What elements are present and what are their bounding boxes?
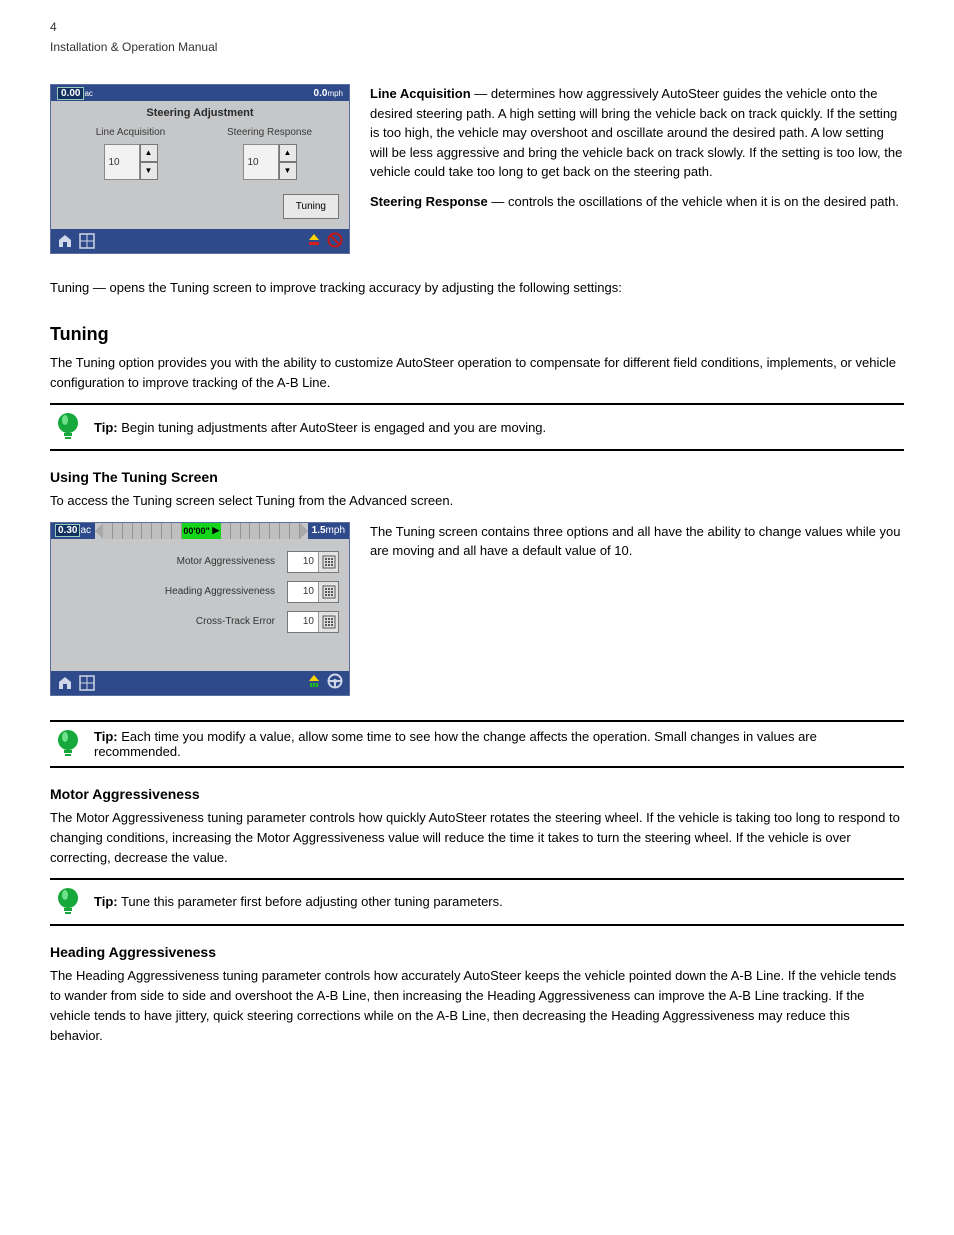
motor-aggressiveness-row: Motor Aggressiveness 10 [61,551,339,573]
tip-box: Tip: Each time you modify a value, allow… [50,720,904,768]
tuning-heading: Tuning [50,324,904,345]
steering-disabled-icon[interactable] [327,232,343,251]
lightbar-center-readout: 00'00" ▶ [182,523,221,539]
using-tuning-heading: Using The Tuning Screen [50,469,904,485]
line-acq-label: Line Acquisition [68,127,193,138]
keypad-icon[interactable] [318,552,338,572]
steer-resp-label: Steering Response [207,127,332,138]
tuning-intro: The Tuning option provides you with the … [50,353,904,393]
steer-resp-desc: Steering Response — controls the oscilla… [370,192,904,212]
tip-box: Tip: Tune this parameter first before ad… [50,878,904,926]
tuning-button[interactable]: Tuning [283,194,339,219]
speed-readout: 0.0mph [314,88,343,99]
lightbar-right-arrow-icon [300,523,308,539]
eject-icon[interactable] [307,233,321,250]
steering-enabled-icon[interactable] [327,673,343,692]
breadcrumb: Installation & Operation Manual [50,40,904,54]
tuning-link-para: Tuning — opens the Tuning screen to impr… [50,278,904,298]
steer-resp-stepper[interactable]: 10 ▲ ▼ [207,144,332,180]
using-tuning-intro: To access the Tuning screen select Tunin… [50,491,904,511]
line-acq-desc: Line Acquisition — determines how aggres… [370,84,904,182]
steer-resp-down-button[interactable]: ▼ [279,162,297,180]
motor-aggressiveness-desc: The Motor Aggressiveness tuning paramete… [50,808,904,868]
keypad-icon[interactable] [318,582,338,602]
line-acq-up-button[interactable]: ▲ [140,144,158,162]
heading-aggressiveness-field[interactable]: 10 [287,581,339,603]
acres-readout: 0.30ac [51,523,95,539]
lightbar-left-arrow-icon [95,523,103,539]
heading-aggressiveness-row: Heading Aggressiveness 10 [61,581,339,603]
home-icon[interactable] [57,675,73,691]
lightbulb-icon [54,411,82,443]
home-icon[interactable] [57,233,73,249]
steering-adjustment-panel: 0.00ac 0.0mph Steering Adjustment Line A… [50,84,350,254]
motor-aggressiveness-heading: Motor Aggressiveness [50,786,904,802]
motor-aggressiveness-field[interactable]: 10 [287,551,339,573]
line-acq-value: 10 [104,144,140,180]
acres-readout: 0.00ac [57,88,93,99]
speed-readout: 1.5mph [308,523,349,539]
lightbulb-icon [54,886,82,918]
panel-title: Steering Adjustment [51,101,349,123]
lightbulb-icon [54,728,82,760]
heading-aggressiveness-heading: Heading Aggressiveness [50,944,904,960]
tuning-panel: 0.30ac 00'00" ▶ 1.5mph Motor Aggressiven… [50,522,350,696]
keypad-icon[interactable] [318,612,338,632]
cross-track-error-field[interactable]: 10 [287,611,339,633]
steer-resp-up-button[interactable]: ▲ [279,144,297,162]
tip-box: Tip: Begin tuning adjustments after Auto… [50,403,904,451]
tuning-screen-desc: The Tuning screen contains three options… [370,522,904,561]
line-acq-stepper[interactable]: 10 ▲ ▼ [68,144,193,180]
cross-track-error-row: Cross-Track Error 10 [61,611,339,633]
page-number: 4 [50,20,904,34]
line-acq-down-button[interactable]: ▼ [140,162,158,180]
steer-resp-value: 10 [243,144,279,180]
eject-icon[interactable] [307,674,321,691]
grid-icon[interactable] [79,675,95,691]
heading-aggressiveness-desc: The Heading Aggressiveness tuning parame… [50,966,904,1047]
lightbar-scale: 00'00" ▶ [103,523,300,539]
grid-icon[interactable] [79,233,95,249]
